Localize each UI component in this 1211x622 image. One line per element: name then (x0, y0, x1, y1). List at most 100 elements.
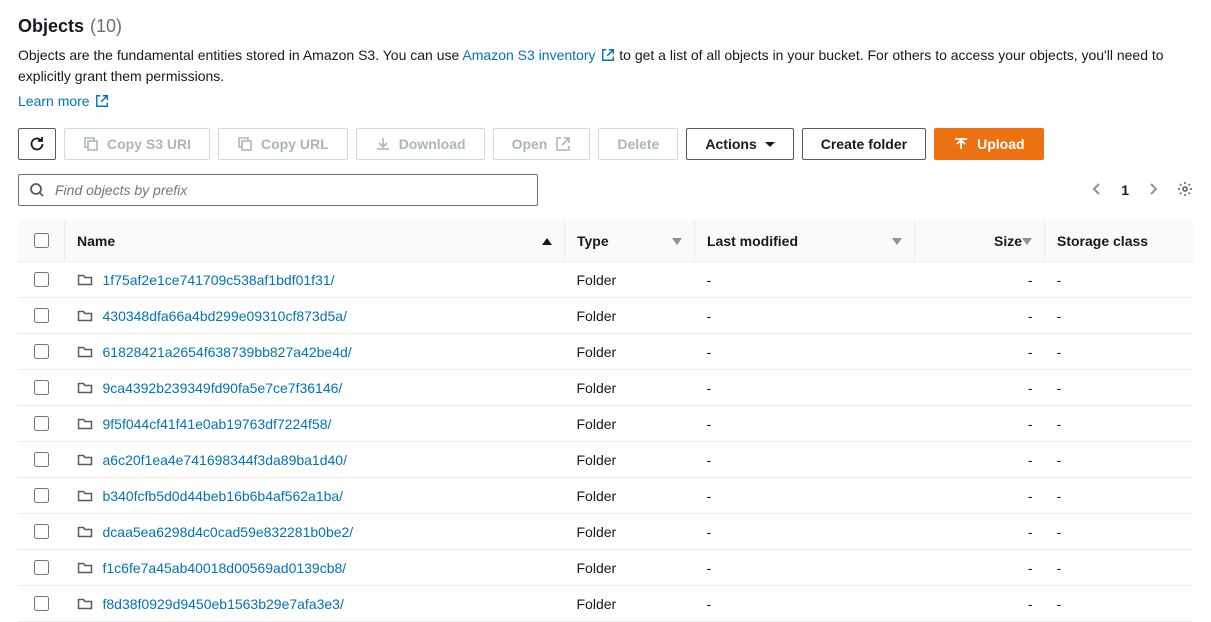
object-storage-class: - (1045, 586, 1194, 622)
object-size: - (915, 262, 1045, 298)
object-last-modified: - (695, 406, 915, 442)
sort-icon (892, 238, 902, 245)
sort-asc-icon (542, 238, 552, 245)
table-row: 1f75af2e1ce741709c538af1bdf01f31/Folder-… (18, 262, 1193, 298)
object-storage-class: - (1045, 478, 1194, 514)
row-checkbox[interactable] (34, 452, 49, 467)
object-size: - (915, 550, 1045, 586)
chevron-left-icon (1089, 181, 1105, 197)
chevron-right-icon (1145, 181, 1161, 197)
create-folder-button[interactable]: Create folder (802, 128, 926, 160)
object-storage-class: - (1045, 406, 1194, 442)
object-type: Folder (565, 442, 695, 478)
copy-s3-uri-button[interactable]: Copy S3 URI (64, 128, 210, 160)
folder-icon (77, 452, 93, 468)
folder-icon (77, 524, 93, 540)
object-name-link[interactable]: a6c20f1ea4e741698344f3da89ba1d40/ (103, 452, 347, 468)
column-last-modified[interactable]: Last modified (695, 220, 915, 262)
folder-icon (77, 560, 93, 576)
column-name[interactable]: Name (65, 220, 565, 262)
row-checkbox[interactable] (34, 596, 49, 611)
actions-button[interactable]: Actions (686, 128, 793, 160)
object-name-link[interactable]: 9f5f044cf41f41e0ab19763df7224f58/ (103, 416, 332, 432)
inventory-link[interactable]: Amazon S3 inventory (462, 47, 615, 63)
select-all-checkbox[interactable] (34, 233, 49, 248)
folder-icon (77, 344, 93, 360)
object-name-link[interactable]: 9ca4392b239349fd90fa5e7ce7f36146/ (103, 380, 343, 396)
object-size: - (915, 298, 1045, 334)
object-type: Folder (565, 514, 695, 550)
object-last-modified: - (695, 262, 915, 298)
refresh-button[interactable] (18, 128, 56, 160)
object-type: Folder (565, 406, 695, 442)
row-checkbox[interactable] (34, 344, 49, 359)
search-input-wrap[interactable] (18, 174, 538, 206)
row-checkbox[interactable] (34, 560, 49, 575)
upload-button[interactable]: Upload (934, 128, 1043, 160)
object-name-link[interactable]: 1f75af2e1ce741709c538af1bdf01f31/ (103, 272, 335, 288)
object-last-modified: - (695, 442, 915, 478)
row-checkbox[interactable] (34, 380, 49, 395)
table-row: 9f5f044cf41f41e0ab19763df7224f58/Folder-… (18, 406, 1193, 442)
next-page-button[interactable] (1145, 181, 1161, 200)
object-last-modified: - (695, 478, 915, 514)
object-size: - (915, 370, 1045, 406)
row-checkbox[interactable] (34, 488, 49, 503)
table-row: dcaa5ea6298d4c0cad59e832281b0be2/Folder -… (18, 514, 1193, 550)
prev-page-button[interactable] (1089, 181, 1105, 200)
download-button[interactable]: Download (356, 128, 485, 160)
object-name-link[interactable]: f8d38f0929d9450eb1563b29e7afa3e3/ (103, 596, 344, 612)
object-name-link[interactable]: dcaa5ea6298d4c0cad59e832281b0be2/ (103, 524, 354, 540)
object-name-link[interactable]: b340fcfb5d0d44beb16b6b4af562a1ba/ (103, 488, 344, 504)
object-storage-class: - (1045, 370, 1194, 406)
object-type: Folder (565, 478, 695, 514)
folder-icon (77, 308, 93, 324)
column-size[interactable]: Size (915, 220, 1045, 262)
column-storage-class[interactable]: Storage class (1045, 220, 1194, 262)
object-name-link[interactable]: 430348dfa66a4bd299e09310cf873d5a/ (103, 308, 347, 324)
copy-icon (237, 136, 253, 152)
table-row: 430348dfa66a4bd299e09310cf873d5a/Folder -… (18, 298, 1193, 334)
object-type: Folder (565, 370, 695, 406)
object-type: Folder (565, 298, 695, 334)
row-checkbox[interactable] (34, 524, 49, 539)
object-type: Folder (565, 334, 695, 370)
folder-icon (77, 380, 93, 396)
row-checkbox[interactable] (34, 416, 49, 431)
toolbar: Copy S3 URI Copy URL Download Open Delet… (18, 128, 1193, 160)
settings-button[interactable] (1177, 181, 1193, 200)
refresh-icon (29, 136, 45, 152)
folder-icon (77, 272, 93, 288)
gear-icon (1177, 181, 1193, 197)
sort-icon (1022, 238, 1032, 245)
object-storage-class: - (1045, 298, 1194, 334)
table-row: 9ca4392b239349fd90fa5e7ce7f36146/Folder -… (18, 370, 1193, 406)
column-type[interactable]: Type (565, 220, 695, 262)
row-checkbox[interactable] (34, 308, 49, 323)
row-checkbox[interactable] (34, 272, 49, 287)
object-type: Folder (565, 262, 695, 298)
object-name-link[interactable]: f1c6fe7a45ab40018d00569ad0139cb8/ (103, 560, 347, 576)
copy-url-button[interactable]: Copy URL (218, 128, 348, 160)
chevron-down-icon (765, 142, 775, 147)
folder-icon (77, 416, 93, 432)
object-size: - (915, 514, 1045, 550)
search-icon (29, 182, 45, 198)
object-count: (10) (90, 16, 122, 37)
delete-button[interactable]: Delete (598, 128, 678, 160)
folder-icon (77, 596, 93, 612)
table-row: a6c20f1ea4e741698344f3da89ba1d40/Folder-… (18, 442, 1193, 478)
object-name-link[interactable]: 61828421a2654f638739bb827a42be4d/ (103, 344, 352, 360)
search-input[interactable] (53, 181, 527, 199)
external-link-icon (95, 94, 109, 108)
external-link-icon (601, 48, 615, 62)
learn-more-link[interactable]: Learn more (18, 93, 109, 109)
object-type: Folder (565, 586, 695, 622)
open-button[interactable]: Open (493, 128, 591, 160)
page-number: 1 (1121, 182, 1129, 198)
object-last-modified: - (695, 550, 915, 586)
object-storage-class: - (1045, 514, 1194, 550)
object-storage-class: - (1045, 442, 1194, 478)
object-size: - (915, 586, 1045, 622)
upload-icon (953, 136, 969, 152)
